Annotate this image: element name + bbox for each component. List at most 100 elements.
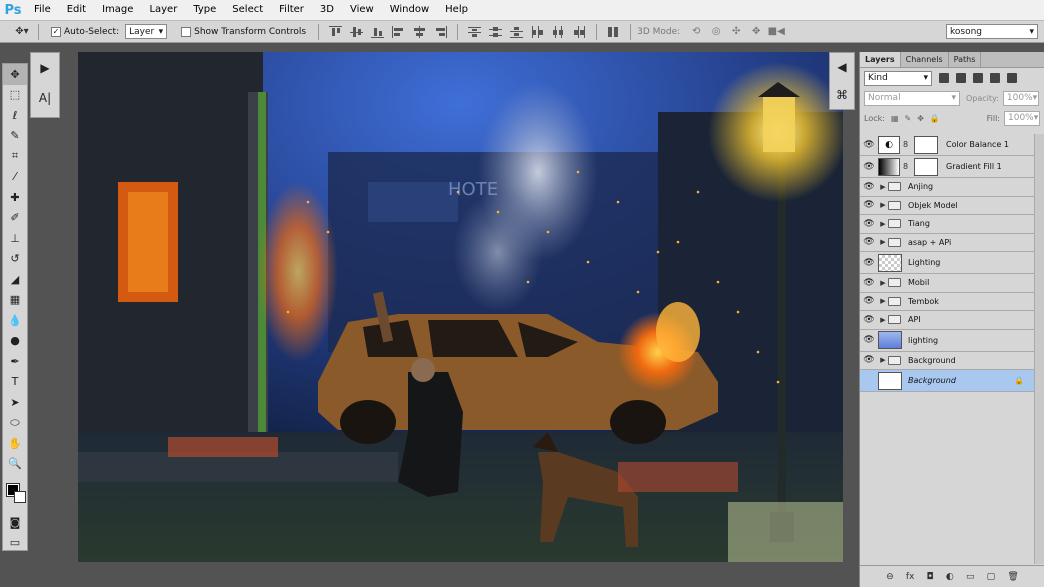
layer-mask-thumbnail[interactable] bbox=[914, 157, 938, 176]
eye-icon[interactable]: 👁 bbox=[860, 335, 878, 345]
menu-view[interactable]: View bbox=[342, 0, 382, 20]
actions-panel-icon[interactable]: ▶ bbox=[31, 53, 59, 83]
menu-edit[interactable]: Edit bbox=[59, 0, 94, 20]
distribute-right-icon[interactable] bbox=[573, 25, 586, 38]
auto-select-checkbox[interactable]: ✓ bbox=[51, 26, 61, 37]
eye-icon[interactable]: 👁 bbox=[860, 278, 878, 288]
distribute-hcenter-icon[interactable] bbox=[552, 25, 565, 38]
layer-row[interactable]: 👁 lighting bbox=[860, 329, 1034, 352]
filter-kind-dropdown[interactable]: Kind ▾ bbox=[864, 70, 932, 86]
clone-stamp-tool-icon[interactable]: ⊥ bbox=[3, 228, 27, 249]
hand-tool-icon[interactable]: ✋ bbox=[3, 433, 27, 454]
expand-arrow-icon[interactable]: ▶ bbox=[878, 238, 888, 246]
filter-pixel-icon[interactable] bbox=[939, 73, 949, 83]
layer-mask-thumbnail[interactable] bbox=[914, 135, 938, 154]
menu-select[interactable]: Select bbox=[224, 0, 271, 20]
lock-transparent-icon[interactable]: ▦ bbox=[891, 114, 899, 123]
lock-all-icon[interactable]: 🔒 bbox=[930, 114, 940, 123]
3d-rotate-icon[interactable]: ⟲ bbox=[688, 25, 704, 39]
lasso-tool-icon[interactable]: ℓ bbox=[3, 105, 27, 126]
eyedropper-tool-icon[interactable]: ⁄ bbox=[3, 167, 27, 188]
3d-slide-icon[interactable]: ✥ bbox=[748, 25, 764, 39]
menu-filter[interactable]: Filter bbox=[271, 0, 312, 20]
distribute-top-icon[interactable] bbox=[468, 26, 482, 38]
new-group-icon[interactable]: ▭ bbox=[966, 572, 975, 582]
history-brush-tool-icon[interactable]: ↺ bbox=[3, 249, 27, 270]
align-right-icon[interactable] bbox=[434, 25, 448, 38]
expand-arrow-icon[interactable]: ▶ bbox=[878, 201, 888, 209]
lock-position-icon[interactable]: ✥ bbox=[917, 114, 924, 123]
marquee-tool-icon[interactable]: ⬚ bbox=[3, 85, 27, 106]
eye-icon[interactable]: 👁 bbox=[860, 258, 878, 268]
delete-layer-icon[interactable]: 🗑 bbox=[1007, 572, 1018, 582]
align-vcenter-icon[interactable] bbox=[350, 26, 364, 38]
auto-select-dropdown[interactable]: Layer ▾ bbox=[125, 24, 168, 39]
move-tool-preset-icon[interactable]: ✥▾ bbox=[14, 25, 30, 39]
3d-roll-icon[interactable]: ◎ bbox=[708, 25, 724, 39]
3d-pan-icon[interactable]: ✣ bbox=[728, 25, 744, 39]
align-bottom-icon[interactable] bbox=[371, 26, 385, 38]
expand-arrow-icon[interactable]: ▶ bbox=[878, 297, 888, 305]
layer-row[interactable]: 👁 ▶ Mobil bbox=[860, 274, 1034, 293]
tab-layers[interactable]: Layers bbox=[860, 52, 901, 67]
brush-tool-icon[interactable]: ✐ bbox=[3, 208, 27, 229]
menu-type[interactable]: Type bbox=[185, 0, 224, 20]
eye-icon[interactable]: 👁 bbox=[860, 219, 878, 229]
auto-align-layers-icon[interactable] bbox=[607, 26, 620, 38]
gradient-tool-icon[interactable]: ▦ bbox=[3, 290, 27, 311]
fill-field[interactable]: 100% ▾ bbox=[1004, 110, 1040, 126]
layer-row[interactable]: 👁 ▶ API bbox=[860, 311, 1034, 330]
distribute-left-icon[interactable] bbox=[531, 25, 544, 38]
expand-arrow-icon[interactable]: ▶ bbox=[878, 316, 888, 324]
document-canvas[interactable]: HOTE bbox=[78, 52, 843, 562]
expand-arrow-icon[interactable]: ▶ bbox=[878, 183, 888, 191]
quick-select-tool-icon[interactable]: ✎ bbox=[3, 126, 27, 147]
panel-toggle-icon[interactable]: ◀ bbox=[830, 53, 854, 81]
eye-icon[interactable]: 👁 bbox=[860, 162, 878, 172]
align-top-icon[interactable] bbox=[329, 25, 343, 38]
eraser-tool-icon[interactable]: ◢ bbox=[3, 269, 27, 290]
move-tool-icon[interactable]: ✥ bbox=[3, 64, 27, 85]
pen-tool-icon[interactable]: ✒ bbox=[3, 351, 27, 372]
dodge-tool-icon[interactable]: ● bbox=[3, 331, 27, 352]
expand-arrow-icon[interactable]: ▶ bbox=[878, 220, 888, 228]
blend-mode-dropdown[interactable]: Normal ▾ bbox=[864, 90, 960, 106]
align-left-icon[interactable] bbox=[392, 25, 405, 38]
path-selection-tool-icon[interactable]: ➤ bbox=[3, 392, 27, 413]
tab-channels[interactable]: Channels bbox=[901, 52, 949, 67]
menu-file[interactable]: File bbox=[26, 0, 59, 20]
layer-row[interactable]: 👁 8 Gradient Fill 1 bbox=[860, 156, 1034, 178]
distribute-vcenter-icon[interactable] bbox=[489, 26, 503, 38]
healing-brush-tool-icon[interactable]: ✚ bbox=[3, 187, 27, 208]
crop-tool-icon[interactable]: ⌗ bbox=[3, 146, 27, 167]
workspace-dropdown[interactable]: kosong ▾ bbox=[946, 24, 1038, 39]
expand-arrow-icon[interactable]: ▶ bbox=[878, 279, 888, 287]
layer-row-selected[interactable]: Background 🔒 bbox=[860, 370, 1034, 392]
layer-row[interactable]: 👁 ▶ Background bbox=[860, 351, 1034, 370]
eye-icon[interactable]: 👁 bbox=[860, 315, 878, 325]
opacity-field[interactable]: 100% ▾ bbox=[1002, 90, 1039, 106]
lock-pixels-icon[interactable]: ✎ bbox=[905, 114, 912, 123]
background-color-swatch[interactable] bbox=[14, 491, 26, 503]
blur-tool-icon[interactable]: 💧 bbox=[3, 310, 27, 331]
filter-smart-object-icon[interactable] bbox=[1007, 73, 1017, 83]
link-layers-icon[interactable]: ⊖ bbox=[886, 572, 894, 582]
quick-mask-icon[interactable]: ◙ bbox=[3, 512, 27, 533]
screen-mode-icon[interactable]: ▭ bbox=[3, 532, 27, 553]
layer-row[interactable]: 👁 ▶ asap + APi bbox=[860, 233, 1034, 252]
align-hcenter-icon[interactable] bbox=[413, 25, 426, 38]
filter-shape-icon[interactable] bbox=[990, 73, 1000, 83]
layers-scrollbar[interactable] bbox=[1034, 134, 1044, 564]
layer-row[interactable]: 👁 Lighting bbox=[860, 252, 1034, 274]
menu-help[interactable]: Help bbox=[437, 0, 476, 20]
eye-icon[interactable]: 👁 bbox=[860, 296, 878, 306]
shape-tool-icon[interactable]: ⬭ bbox=[3, 413, 27, 434]
eye-icon[interactable]: 👁 bbox=[860, 140, 878, 150]
layer-row[interactable]: 👁 ▶ Tembok bbox=[860, 292, 1034, 311]
show-transform-checkbox[interactable] bbox=[181, 26, 192, 37]
menu-image[interactable]: Image bbox=[94, 0, 141, 20]
type-tool-icon[interactable]: T bbox=[3, 372, 27, 393]
zoom-tool-icon[interactable]: 🔍 bbox=[3, 454, 27, 475]
filter-type-icon[interactable] bbox=[973, 73, 983, 83]
eye-icon[interactable]: 👁 bbox=[860, 237, 878, 247]
